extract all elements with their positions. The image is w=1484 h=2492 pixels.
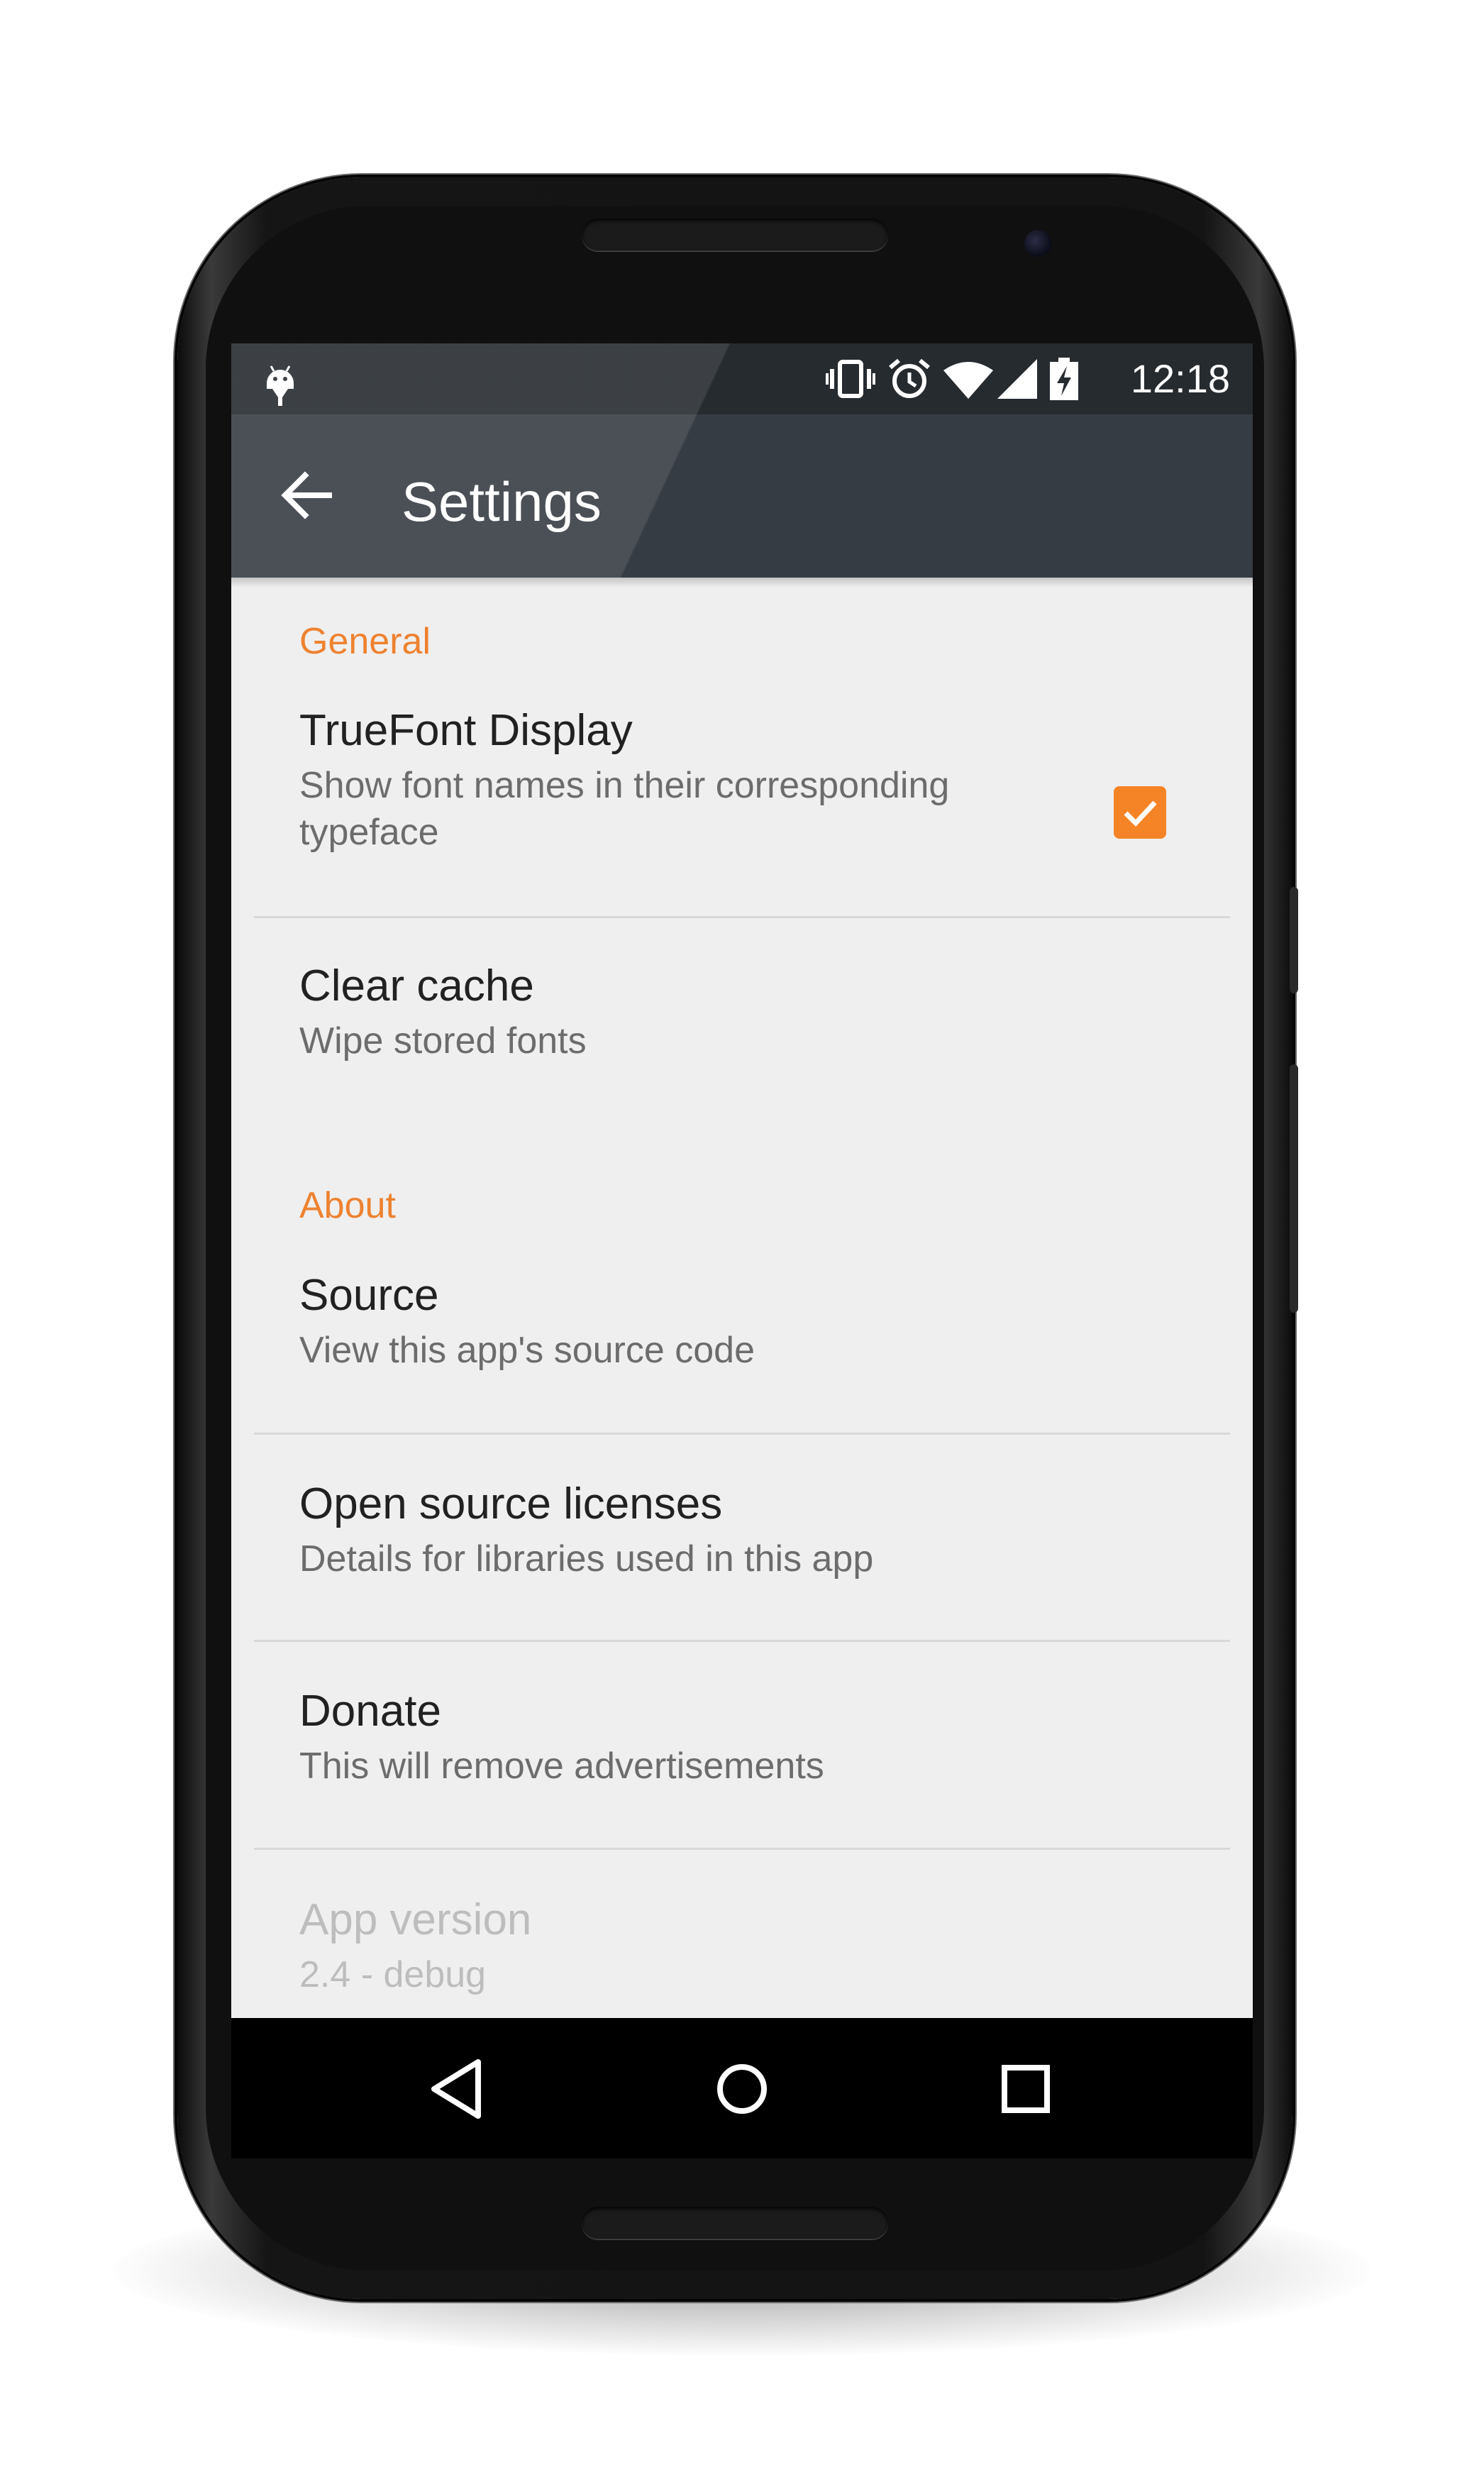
pref-app-version: App version 2.4 - debug	[231, 1895, 1253, 2018]
pref-summary: View this app's source code	[299, 1330, 755, 1371]
section-header-general: General	[299, 621, 431, 662]
divider	[254, 1640, 1230, 1642]
divider	[254, 1848, 1230, 1850]
top-speaker-grille	[582, 219, 888, 251]
pref-title: TrueFont Display	[299, 706, 633, 755]
bottom-speaker-grille	[582, 2207, 888, 2239]
back-triangle-icon[interactable]	[416, 2046, 501, 2132]
pref-title: Donate	[299, 1687, 441, 1736]
pref-summary: Wipe stored fonts	[299, 1020, 587, 1062]
vibrate-icon	[826, 360, 875, 398]
cell-signal-icon	[997, 359, 1037, 399]
navigation-bar	[231, 2018, 1253, 2159]
pref-summary: This will remove advertisements	[299, 1746, 824, 1787]
pref-source[interactable]: Source View this app's source code	[231, 1270, 1253, 1384]
truefont-checkbox[interactable]	[1114, 786, 1166, 839]
status-bar: 12:18	[231, 343, 1253, 414]
pref-summary: Details for libraries used in this app	[299, 1538, 874, 1579]
page-title: Settings	[402, 470, 602, 533]
pref-title: Clear cache	[299, 961, 534, 1010]
settings-list: General TrueFont Display Show font names…	[231, 578, 1253, 2018]
pref-donate[interactable]: Donate This will remove advertisements	[231, 1686, 1253, 1799]
divider	[254, 916, 1230, 918]
pref-open-source-licenses[interactable]: Open source licenses Details for librari…	[231, 1479, 1253, 1592]
alarm-icon	[889, 358, 930, 398]
pref-truefont-display[interactable]: TrueFont Display Show font names in thei…	[231, 705, 1253, 911]
check-icon	[1124, 800, 1157, 827]
divider	[254, 1433, 1230, 1435]
arrow-back-icon[interactable]	[279, 470, 333, 521]
recents-square-icon[interactable]	[983, 2046, 1068, 2132]
pref-title: App version	[299, 1895, 532, 1944]
android-debug-icon	[267, 365, 294, 406]
volume-button	[1290, 887, 1298, 993]
wifi-icon	[943, 362, 993, 399]
device-screen: 12:18 Settings General TrueFont Display …	[231, 343, 1253, 2159]
app-toolbar: Settings	[231, 414, 1253, 578]
pref-clear-cache[interactable]: Clear cache Wipe stored fonts	[231, 961, 1253, 1074]
power-button	[1290, 1064, 1298, 1313]
battery-charging-icon	[1050, 358, 1078, 400]
pref-summary: 2.4 - debug	[299, 1954, 487, 1995]
section-header-about: About	[299, 1185, 396, 1226]
pref-summary: Show font names in their corresponding t…	[299, 765, 950, 853]
front-camera	[1024, 230, 1051, 257]
pref-title: Open source licenses	[299, 1479, 723, 1528]
pref-title: Source	[299, 1271, 439, 1320]
status-clock: 12:18	[1130, 356, 1230, 401]
home-circle-icon[interactable]	[699, 2046, 785, 2132]
